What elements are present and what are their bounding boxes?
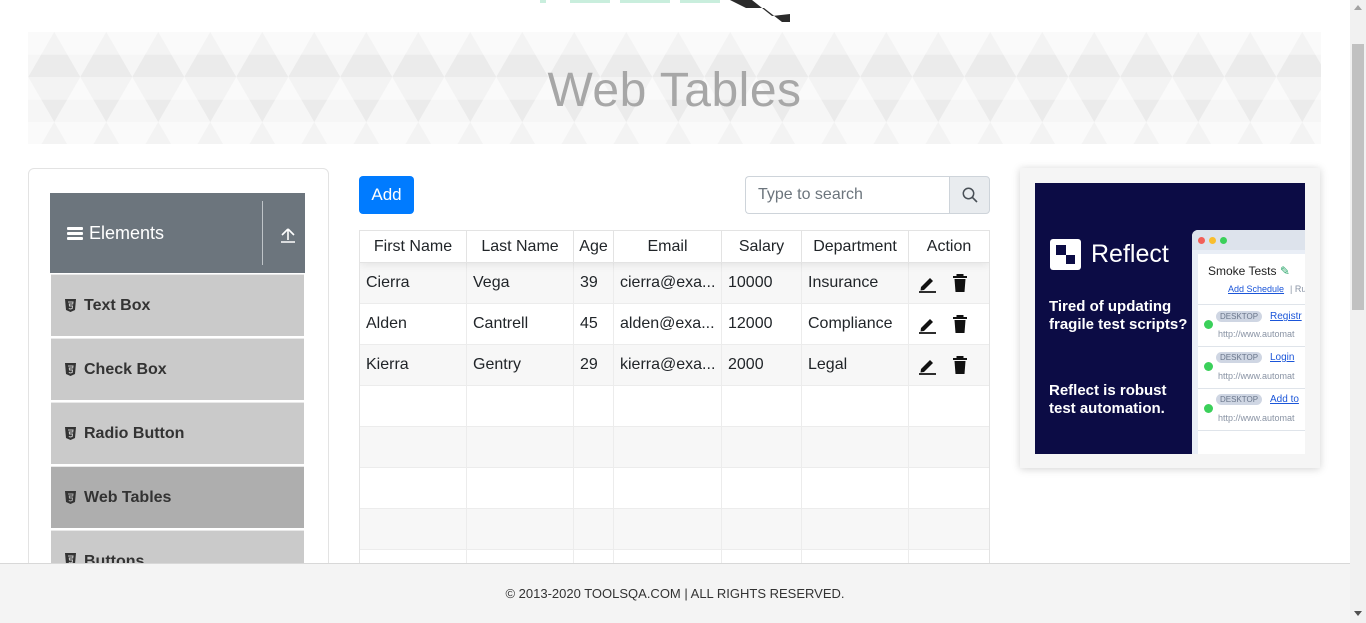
sidebar-item-label: Web Tables xyxy=(84,488,172,506)
column-header-last-name[interactable]: Last Name xyxy=(467,231,574,263)
sidebar-group-title: Elements xyxy=(89,222,165,243)
footer: © 2013-2020 TOOLSQA.COM | ALL RIGHTS RES… xyxy=(0,563,1350,623)
mock-badge: DESKTOP xyxy=(1216,352,1263,363)
sidebar-item-label: Text Box xyxy=(84,296,151,314)
mock-run-link: Registr xyxy=(1270,311,1302,322)
table-row-empty xyxy=(360,509,989,550)
cell-department: Insurance xyxy=(802,263,909,303)
column-header-action: Action xyxy=(926,238,972,255)
cell-last-name: Vega xyxy=(467,263,574,303)
mock-run-url: http://www.automat xyxy=(1218,371,1295,381)
mock-schedule-link: Add Schedule xyxy=(1228,284,1285,294)
ad-tagline-2: Reflect is robust test automation. xyxy=(1049,382,1167,417)
cell-salary: 10000 xyxy=(722,263,802,303)
scroll-thumb[interactable] xyxy=(1352,44,1364,310)
mock-badge: DESKTOP xyxy=(1216,311,1263,322)
cell-first-name: Alden xyxy=(360,304,467,344)
scroll-up-arrow-icon[interactable] xyxy=(1354,5,1362,10)
html5-icon xyxy=(65,299,76,312)
page-scrollbar[interactable] xyxy=(1350,0,1366,623)
column-header-age[interactable]: Age xyxy=(574,231,614,263)
reflect-logo-icon xyxy=(1050,239,1081,270)
delete-icon[interactable] xyxy=(951,314,969,334)
cell-action xyxy=(909,304,989,344)
table-row-empty xyxy=(360,468,989,509)
edit-icon[interactable] xyxy=(917,355,937,375)
ad-brand-name: Reflect xyxy=(1091,240,1169,268)
scroll-down-arrow-icon[interactable] xyxy=(1354,611,1362,616)
cell-first-name: Cierra xyxy=(360,263,467,303)
delete-icon[interactable] xyxy=(951,355,969,375)
add-button[interactable]: Add xyxy=(359,176,414,214)
ad-brand: Reflect xyxy=(1050,239,1169,270)
html5-icon xyxy=(65,427,76,440)
search-box xyxy=(745,176,990,214)
cell-salary: 12000 xyxy=(722,304,802,344)
cell-department: Legal xyxy=(802,345,909,385)
mock-panel: Smoke Tests ✎ Add Schedule | Ru DESKTOP … xyxy=(1198,254,1305,454)
cell-email: kierra@exa... xyxy=(614,345,722,385)
mock-schedule-separator: | Ru xyxy=(1290,284,1305,294)
delete-icon[interactable] xyxy=(951,273,969,293)
mock-badge: DESKTOP xyxy=(1216,394,1263,405)
column-header-email[interactable]: Email xyxy=(614,231,722,263)
table-row-empty xyxy=(360,386,989,427)
column-header-first-name[interactable]: First Name xyxy=(360,231,467,263)
sidebar-item-web-tables[interactable]: Web Tables xyxy=(51,466,304,528)
table-header-row: First Name Last Name Age Email Salary De… xyxy=(360,231,989,263)
reflect-ad[interactable]: Reflect Tired of updating fragile test s… xyxy=(1035,183,1305,454)
ad-tagline-1: Tired of updating fragile test scripts? xyxy=(1049,298,1188,333)
column-header-department[interactable]: Department xyxy=(802,231,909,263)
search-input[interactable] xyxy=(745,176,949,214)
sidebar-item-label: Check Box xyxy=(84,360,167,378)
cell-age: 29 xyxy=(574,345,614,385)
mock-run-url: http://www.automat xyxy=(1218,329,1295,339)
sidebar-item-label: Radio Button xyxy=(84,424,185,442)
mock-title: Smoke Tests ✎ xyxy=(1208,264,1290,278)
cell-last-name: Gentry xyxy=(467,345,574,385)
ad-app-mockup: Smoke Tests ✎ Add Schedule | Ru DESKTOP … xyxy=(1192,230,1305,454)
web-table: First Name Last Name Age Email Salary De… xyxy=(359,230,990,570)
column-header-salary[interactable]: Salary xyxy=(722,231,802,263)
cell-salary: 2000 xyxy=(722,345,802,385)
search-icon xyxy=(962,187,978,203)
ad-card: Reflect Tired of updating fragile test s… xyxy=(1020,168,1320,468)
sidebar-group-elements[interactable]: Elements xyxy=(50,193,305,273)
hamburger-icon xyxy=(67,226,83,240)
mock-run-link: Add to xyxy=(1270,394,1299,405)
header-divider xyxy=(262,201,263,265)
sidebar-item-text-box[interactable]: Text Box xyxy=(51,274,304,336)
footer-copyright: © 2013-2020 TOOLSQA.COM | ALL RIGHTS RES… xyxy=(505,586,845,601)
mock-window-bar xyxy=(1192,230,1305,250)
page-banner: Web Tables xyxy=(28,32,1321,144)
cell-first-name: Kierra xyxy=(360,345,467,385)
table-row: Cierra Vega 39 cierra@exa... 10000 Insur… xyxy=(360,263,989,304)
sidebar: Elements Text Box Check Box Radio Button… xyxy=(28,168,329,588)
table-row: Alden Cantrell 45 alden@exa... 12000 Com… xyxy=(360,304,989,345)
table-row-empty xyxy=(360,427,989,468)
html5-icon xyxy=(65,363,76,376)
cell-action xyxy=(909,263,989,303)
collapse-up-icon[interactable] xyxy=(280,226,296,244)
mock-run-link: Login xyxy=(1270,352,1295,363)
html5-icon xyxy=(65,491,76,504)
cell-email: alden@exa... xyxy=(614,304,722,344)
mock-run-url: http://www.automat xyxy=(1218,413,1295,423)
cell-action xyxy=(909,345,989,385)
page-title: Web Tables xyxy=(547,63,802,117)
sidebar-item-radio-button[interactable]: Radio Button xyxy=(51,402,304,464)
cell-last-name: Cantrell xyxy=(467,304,574,344)
edit-icon[interactable] xyxy=(917,314,937,334)
cell-age: 39 xyxy=(574,263,614,303)
cell-department: Compliance xyxy=(802,304,909,344)
edit-icon[interactable] xyxy=(917,273,937,293)
search-button[interactable] xyxy=(949,176,990,214)
sidebar-item-check-box[interactable]: Check Box xyxy=(51,338,304,400)
toolsqa-logo-fragment xyxy=(540,0,790,22)
table-row: Kierra Gentry 29 kierra@exa... 2000 Lega… xyxy=(360,345,989,386)
cell-age: 45 xyxy=(574,304,614,344)
cell-email: cierra@exa... xyxy=(614,263,722,303)
